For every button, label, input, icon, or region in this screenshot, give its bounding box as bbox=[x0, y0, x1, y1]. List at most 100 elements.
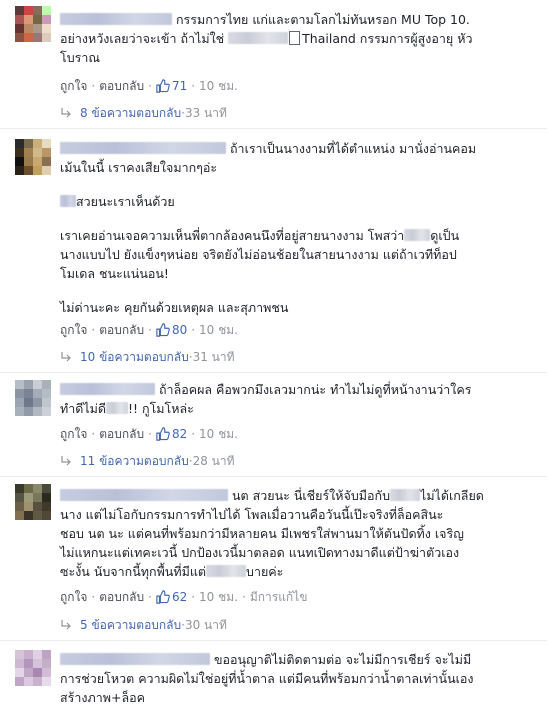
like-count[interactable]: 82 bbox=[172, 427, 187, 441]
reply-arrow-icon bbox=[61, 456, 71, 466]
edited-label[interactable]: มีการแก้ไข bbox=[250, 590, 308, 604]
separator: · bbox=[191, 427, 196, 441]
comment-line: สร้างภาพ+ล็อค bbox=[60, 690, 145, 705]
thumbs-up-icon[interactable] bbox=[156, 323, 170, 337]
avatar[interactable] bbox=[15, 139, 51, 175]
replies-time: 33 นาที bbox=[184, 106, 227, 120]
like-count[interactable]: 80 bbox=[172, 323, 187, 337]
comment-actions: ถูกใจ · ตอบกลับ · 62 · 10 ชม. · มีการแก้ไข bbox=[60, 589, 307, 605]
tagged-name-redacted[interactable] bbox=[60, 195, 76, 207]
like-link[interactable]: ถูกใจ bbox=[60, 323, 87, 337]
comment-line: กรรมการไทย แก่และตามโลกไม่ทันหรอก MU Top… bbox=[175, 12, 470, 27]
comment-line: นาง แต่ไม่โอกับกรรมการทำไปได้ โพลเมื่อวา… bbox=[60, 507, 444, 522]
like-link[interactable]: ถูกใจ bbox=[60, 427, 87, 441]
comment-line: ไม่แหกนะแต่เทคะเวนี้ ปกป้องเวนี้มาตลอด แ… bbox=[60, 545, 460, 560]
comment-text: สวยนะเราเห็นด้วย bbox=[60, 192, 533, 211]
replies-time: 28 นาที bbox=[192, 454, 235, 468]
separator: · bbox=[191, 79, 196, 93]
thumbs-up-icon[interactable] bbox=[156, 590, 170, 604]
comment-line: Thailand กรรมการผู้สูงอายุ หัว bbox=[302, 31, 473, 46]
replies-row[interactable]: 5 ข้อความตอบกลับ·30 นาที bbox=[60, 617, 227, 633]
comment-line: นางแบบไป ยังแข็งๆหน่อย จริตยังไม่อ่อนช้อ… bbox=[60, 247, 457, 262]
comment-text: ถ้าล็อคผล คือพวกมึงเลวมากน่ะ ทำไมไม่ดูที… bbox=[60, 380, 533, 418]
view-replies-link[interactable]: 10 ข้อความตอบกลับ bbox=[80, 350, 189, 364]
thumbs-up-icon[interactable] bbox=[156, 79, 170, 93]
comment-line: การช่วยโหวต ความผิดไม่ใช่อยู่ที่น้ำตาล แ… bbox=[60, 671, 474, 686]
comment-time[interactable]: 10 ชม. bbox=[199, 427, 238, 441]
comment-actions: ถูกใจ · ตอบกลับ · 80 · 10 ชม. bbox=[60, 322, 238, 338]
like-count[interactable]: 71 bbox=[172, 79, 187, 93]
comment-line: เราเคยอ่านเจอความเห็นพี่ตากล้องคนนึงที่อ… bbox=[60, 228, 405, 243]
reply-arrow-icon bbox=[61, 352, 71, 362]
comment-text: เราเคยอ่านเจอความเห็นพี่ตากล้องคนนึงที่อ… bbox=[60, 226, 533, 283]
view-replies-link[interactable]: 5 ข้อความตอบกลับ bbox=[80, 618, 181, 632]
comment-line: ทำดีไม่ดี bbox=[60, 401, 107, 416]
comment-line: นต สวยนะ นี่เชียร์ให้จับมือกับ bbox=[231, 488, 391, 503]
separator: · bbox=[91, 323, 96, 337]
commenter-name-redacted[interactable] bbox=[60, 653, 210, 665]
comment-line: ดูเป็น bbox=[430, 228, 460, 243]
thumbs-up-icon[interactable] bbox=[156, 427, 170, 441]
avatar[interactable] bbox=[15, 6, 51, 42]
comment-line: ขออนุญาติไม่ติดตามต่อ จะไม่มีการเชียร์ จ… bbox=[213, 652, 472, 667]
redacted-text bbox=[206, 565, 247, 577]
comment-line: บายค่ะ bbox=[246, 564, 284, 579]
redacted-text bbox=[404, 229, 431, 241]
divider bbox=[0, 128, 547, 129]
view-replies-link[interactable]: 8 ข้อความตอบกลับ bbox=[80, 106, 181, 120]
like-link[interactable]: ถูกใจ bbox=[60, 79, 87, 93]
separator: · bbox=[148, 427, 152, 441]
reply-arrow-icon bbox=[61, 620, 71, 630]
separator: · bbox=[191, 323, 196, 337]
replies-row[interactable]: 11 ข้อความตอบกลับ·28 นาที bbox=[60, 453, 235, 469]
commenter-name-redacted[interactable] bbox=[60, 142, 226, 154]
comment-line: อย่างหวังเลยว่าจะเข้า ถ้าไม่ใช่ bbox=[60, 31, 225, 46]
like-count[interactable]: 62 bbox=[172, 590, 187, 604]
separator: · bbox=[191, 590, 196, 604]
replies-row[interactable]: 8 ข้อความตอบกลับ·33 นาที bbox=[60, 105, 227, 121]
comment-line: !! กูโมโหล่ะ bbox=[128, 401, 194, 416]
avatar[interactable] bbox=[15, 380, 51, 416]
comment-line: ชอบ นต นะ แต่คนที่พร้อมกว่ามีหลายคน มีเพ… bbox=[60, 526, 464, 541]
reply-link[interactable]: ตอบกลับ bbox=[99, 79, 144, 93]
commenter-name-redacted[interactable] bbox=[60, 383, 155, 395]
replies-time: 30 นาที bbox=[184, 618, 227, 632]
comment-actions: ถูกใจ · ตอบกลับ · 82 · 10 ชม. bbox=[60, 426, 238, 442]
redacted-text bbox=[390, 489, 421, 501]
comment-text: กรรมการไทย แก่และตามโลกไม่ทันหรอก MU Top… bbox=[60, 10, 533, 67]
view-replies-link[interactable]: 11 ข้อความตอบกลับ bbox=[80, 454, 189, 468]
divider bbox=[0, 640, 547, 641]
reply-link[interactable]: ตอบกลับ bbox=[99, 323, 144, 337]
separator: · bbox=[91, 590, 96, 604]
reply-arrow-icon bbox=[61, 108, 71, 118]
divider bbox=[0, 372, 547, 373]
replies-row[interactable]: 10 ข้อความตอบกลับ·31 นาที bbox=[60, 349, 235, 365]
comment-line: ไม่ด่านะคะ คุยกันด้วยเหตุผล และสุภาพชน bbox=[60, 300, 289, 315]
comment-time[interactable]: 10 ชม. bbox=[199, 79, 238, 93]
comment-actions: ถูกใจ · ตอบกลับ · 71 · 10 ชม. bbox=[60, 78, 238, 94]
avatar[interactable] bbox=[15, 484, 51, 520]
missing-glyph-box bbox=[289, 31, 301, 45]
separator: · bbox=[148, 590, 152, 604]
comment-time[interactable]: 10 ชม. bbox=[199, 323, 238, 337]
commenter-name-redacted[interactable] bbox=[60, 13, 172, 25]
redacted-text bbox=[106, 402, 129, 414]
comment-line: ไม่ได้เกลียด bbox=[420, 488, 484, 503]
comment-line: เม้นในนี้ เราคงเสียใจมากๆอ่ะ bbox=[60, 160, 218, 175]
redacted-text bbox=[228, 32, 289, 44]
reply-link[interactable]: ตอบกลับ bbox=[99, 590, 144, 604]
commenter-name-redacted[interactable] bbox=[60, 489, 228, 501]
comment-time[interactable]: 10 ชม. bbox=[199, 590, 238, 604]
comment-line: โบราณ bbox=[60, 50, 100, 65]
comment-text: นต สวยนะ นี่เชียร์ให้จับมือกับ ไม่ได้เกลี… bbox=[60, 486, 533, 581]
like-link[interactable]: ถูกใจ bbox=[60, 590, 87, 604]
separator: · bbox=[242, 590, 246, 604]
reply-link[interactable]: ตอบกลับ bbox=[99, 427, 144, 441]
comment-text: ไม่ด่านะคะ คุยกันด้วยเหตุผล และสุภาพชน bbox=[60, 298, 533, 317]
avatar[interactable] bbox=[15, 650, 51, 686]
comment-text: ขออนุญาติไม่ติดตามต่อ จะไม่มีการเชียร์ จ… bbox=[60, 650, 533, 707]
separator: · bbox=[91, 427, 96, 441]
separator: · bbox=[148, 323, 152, 337]
comment-line: ซะงั้น นับจากนี้ทุกพื้นที่มีแต่ bbox=[60, 564, 207, 579]
comment-line: สวยนะเราเห็นด้วย bbox=[76, 194, 175, 209]
